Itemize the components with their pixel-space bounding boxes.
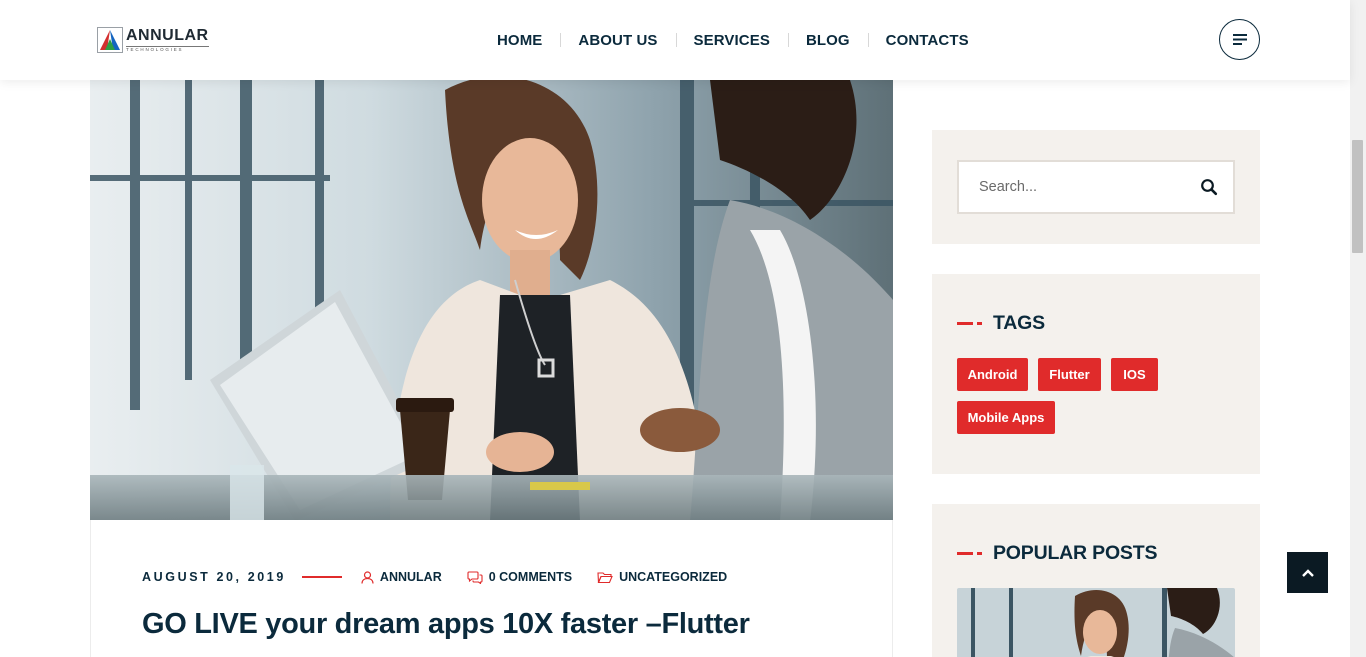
post-comments-label: 0 COMMENTS	[488, 570, 573, 584]
popular-post-thumbnail[interactable]	[957, 588, 1235, 657]
post-author-label: ANNULAR	[379, 570, 442, 584]
nav-contacts[interactable]: CONTACTS	[867, 32, 987, 49]
post-featured-image[interactable]	[90, 80, 893, 521]
tag-ios[interactable]: IOS	[1111, 358, 1158, 391]
nav-blog[interactable]: BLOG	[787, 32, 868, 49]
user-icon	[361, 570, 374, 584]
comments-icon	[467, 570, 483, 584]
nav-home[interactable]: HOME	[479, 32, 560, 49]
back-to-top-button[interactable]	[1287, 552, 1328, 593]
tags-widget: TAGS Android Flutter IOS Mobile Apps	[932, 274, 1260, 474]
folder-icon	[597, 571, 613, 583]
popular-heading: POPULAR POSTS	[957, 542, 1157, 565]
meta-divider	[301, 576, 342, 578]
search-icon[interactable]	[1200, 178, 1218, 196]
logo-tagline: TECHNOLOGIES	[126, 45, 209, 53]
office-photo-icon	[90, 80, 893, 521]
post-meta: AUGUST 20, 2019 ANNULAR 0 COMMENTS UNCAT…	[142, 569, 752, 585]
logo-name: ANNULAR	[126, 26, 209, 44]
page-scrollbar[interactable]	[1350, 0, 1366, 657]
main-nav: HOME ABOUT US SERVICES BLOG CONTACTS	[479, 0, 987, 80]
scrollbar-thumb[interactable]	[1352, 140, 1363, 253]
heading-accent-icon	[957, 552, 982, 555]
tags-title: TAGS	[993, 312, 1045, 334]
popular-posts-widget: POPULAR POSTS	[932, 504, 1260, 657]
post-category-label: UNCATEGORIZED	[619, 570, 728, 584]
search-box	[957, 160, 1235, 214]
office-photo-thumb-icon	[957, 588, 1235, 657]
hamburger-icon	[1232, 34, 1247, 45]
site-logo[interactable]: ANNULAR TECHNOLOGIES	[97, 26, 213, 54]
search-input[interactable]	[959, 162, 1189, 212]
logo-mark-icon	[97, 27, 123, 53]
chevron-up-icon	[1301, 568, 1314, 577]
popular-title: POPULAR POSTS	[993, 542, 1158, 564]
site-header: ANNULAR TECHNOLOGIES HOME ABOUT US SERVI…	[0, 0, 1350, 80]
nav-about-us[interactable]: ABOUT US	[560, 32, 675, 49]
tag-mobile-apps[interactable]: Mobile Apps	[957, 401, 1055, 434]
tag-android[interactable]: Android	[957, 358, 1028, 391]
post-title[interactable]: GO LIVE your dream apps 10X faster –Flut…	[142, 608, 750, 641]
tags-heading: TAGS	[957, 312, 1045, 335]
nav-services[interactable]: SERVICES	[675, 32, 788, 49]
post-author[interactable]: ANNULAR	[361, 570, 442, 584]
search-widget	[932, 130, 1260, 244]
post-category[interactable]: UNCATEGORIZED	[597, 570, 727, 584]
heading-accent-icon	[957, 322, 982, 325]
post-date[interactable]: AUGUST 20, 2019	[142, 570, 286, 584]
post-comments[interactable]: 0 COMMENTS	[467, 570, 572, 584]
menu-button[interactable]	[1219, 19, 1260, 60]
tag-flutter[interactable]: Flutter	[1038, 358, 1101, 391]
